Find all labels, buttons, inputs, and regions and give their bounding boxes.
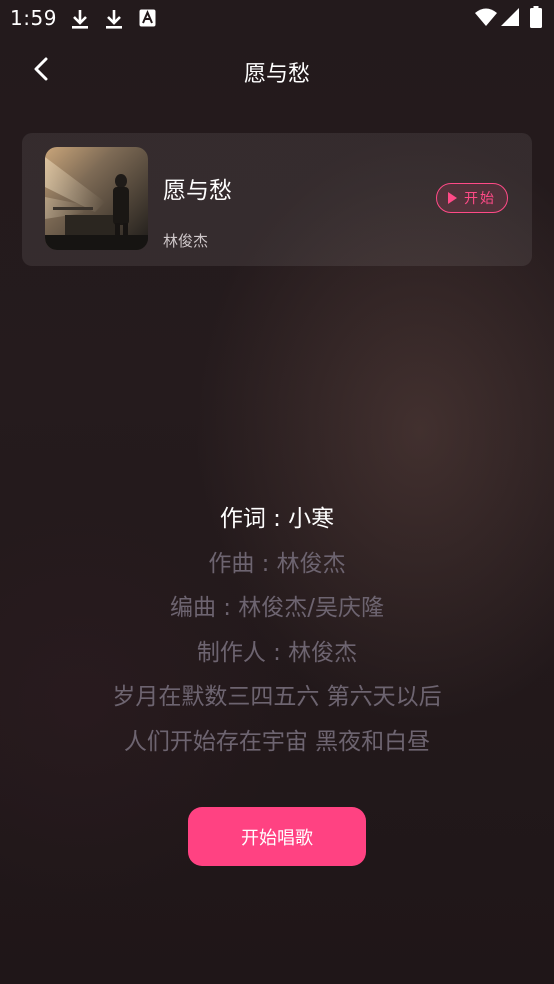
start-button-label: 开始 xyxy=(464,191,496,207)
battery-icon xyxy=(530,6,542,32)
text-a-icon xyxy=(139,9,156,31)
lyric-line: 作曲 : 林俊杰 xyxy=(208,550,346,577)
wifi-icon xyxy=(475,8,497,30)
status-bar: 1:59 xyxy=(0,0,554,36)
start-button[interactable]: 开始 xyxy=(436,183,508,213)
signal-icon xyxy=(501,8,519,30)
start-singing-button[interactable]: 开始唱歌 xyxy=(188,807,366,866)
lyric-line-current: 作词 : 小寒 xyxy=(219,506,335,532)
download-icon xyxy=(70,8,90,34)
lyric-line: 岁月在默数三四五六 第六天以后 xyxy=(112,684,442,711)
lyric-line: 制作人 : 林俊杰 xyxy=(196,639,358,666)
lyric-line: 编曲 : 林俊杰/吴庆隆 xyxy=(169,595,385,622)
page-title: 愿与愁 xyxy=(243,62,310,87)
play-icon xyxy=(448,192,457,204)
song-title: 愿与愁 xyxy=(163,178,232,204)
song-card[interactable]: 愿与愁 林俊杰 开始 xyxy=(22,133,532,266)
download-icon xyxy=(104,8,124,34)
lyric-line: 人们开始存在宇宙 黑夜和白昼 xyxy=(123,728,431,755)
lyrics-panel: 作词 : 小寒 作曲 : 林俊杰 编曲 : 林俊杰/吴庆隆 制作人 : 林俊杰 … xyxy=(0,500,554,768)
status-time: 1:59 xyxy=(10,6,57,30)
album-cover xyxy=(45,147,148,250)
song-artist: 林俊杰 xyxy=(163,232,209,250)
